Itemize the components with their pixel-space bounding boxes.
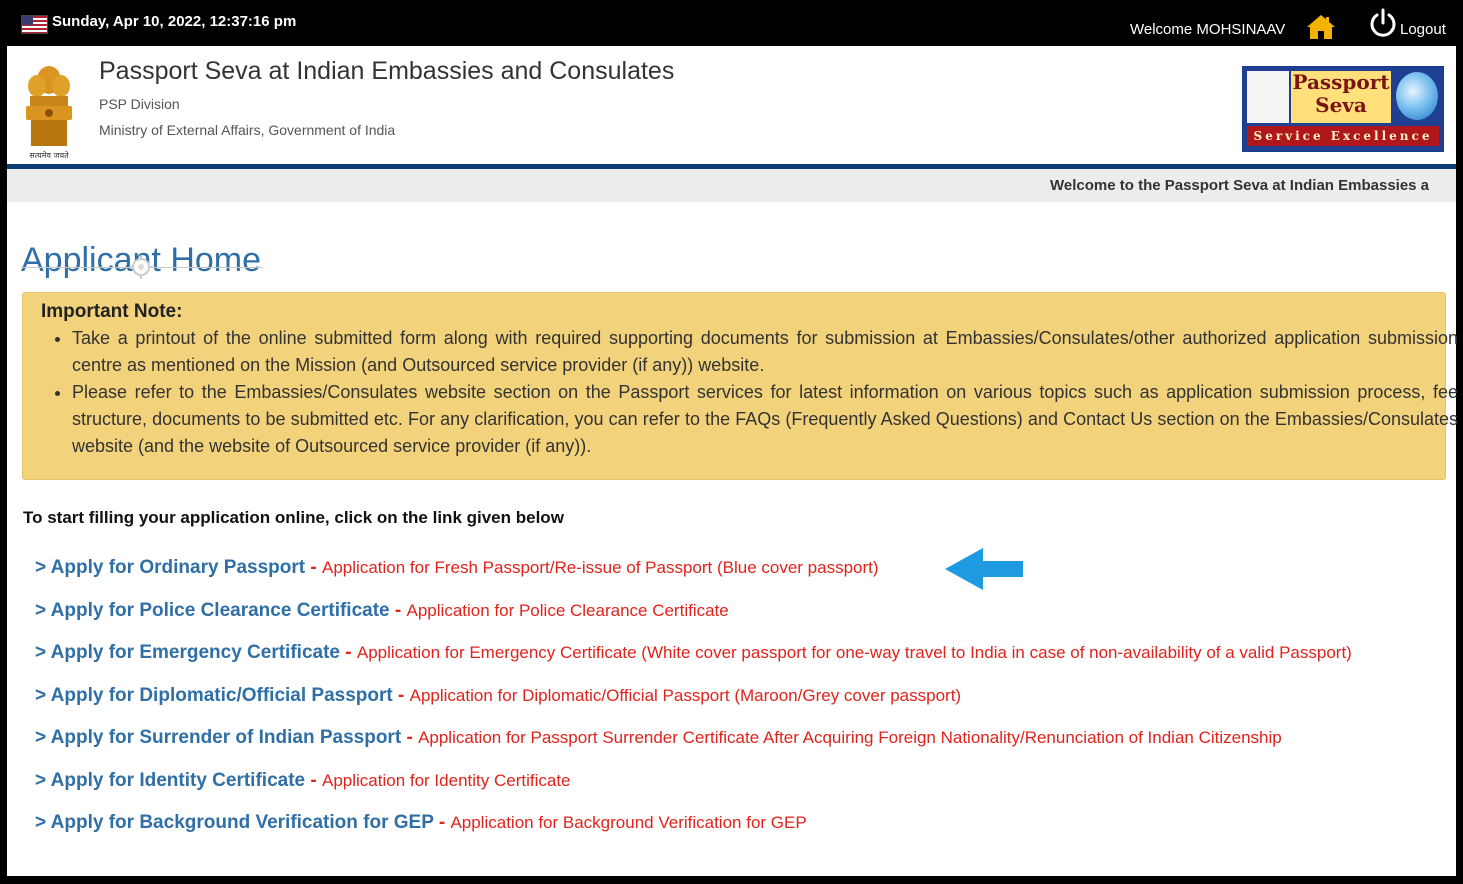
- apply-background-verification-link[interactable]: > Apply for Background Verification for …: [35, 812, 434, 833]
- separator: -: [392, 685, 410, 706]
- apply-diplomatic-passport-link[interactable]: > Apply for Diplomatic/Official Passport: [35, 685, 393, 706]
- link-row-police-clearance: > Apply for Police Clearance Certificate…: [35, 600, 729, 622]
- marquee-text: Welcome to the Passport Seva at Indian E…: [1050, 177, 1430, 194]
- passport-seva-logo[interactable]: Passport Seva Service Excellence: [1242, 66, 1444, 152]
- site-title: Passport Seva at Indian Embassies and Co…: [99, 57, 675, 85]
- blue-arrow-icon: [945, 548, 1023, 590]
- link-description: Application for Passport Surrender Certi…: [418, 728, 1282, 747]
- site-header: सत्यमेव जयते Passport Seva at Indian Emb…: [7, 46, 1456, 164]
- logo-text: Passport Seva: [1291, 71, 1391, 123]
- link-description: Application for Police Clearance Certifi…: [406, 601, 729, 620]
- link-row-diplomatic-passport: > Apply for Diplomatic/Official Passport…: [35, 685, 961, 707]
- page-container: सत्यमेव जयते Passport Seva at Indian Emb…: [7, 46, 1458, 876]
- apply-police-clearance-link[interactable]: > Apply for Police Clearance Certificate: [35, 600, 390, 621]
- important-note: Important Note: Take a printout of the o…: [22, 292, 1458, 480]
- link-description: Application for Emergency Certificate (W…: [356, 643, 1352, 662]
- apply-identity-certificate-link[interactable]: > Apply for Identity Certificate: [35, 770, 305, 791]
- note-item: Please refer to the Embassies/Consulates…: [72, 379, 1458, 460]
- apply-ordinary-passport-link[interactable]: > Apply for Ordinary Passport: [35, 557, 305, 578]
- logo-line-2: Seva: [1315, 93, 1367, 117]
- logo-tagline: Service Excellence: [1247, 126, 1439, 146]
- separator: -: [339, 642, 357, 663]
- link-row-identity-certificate: > Apply for Identity Certificate - Appli…: [35, 770, 571, 792]
- division-label: PSP Division: [99, 96, 180, 112]
- intro-text: To start filling your application online…: [23, 508, 564, 527]
- apply-surrender-passport-link[interactable]: > Apply for Surrender of Indian Passport: [35, 727, 401, 748]
- national-emblem-icon: सत्यमेव जयते: [26, 66, 72, 160]
- link-row-surrender-passport: > Apply for Surrender of Indian Passport…: [35, 727, 1282, 749]
- note-list: Take a printout of the online submitted …: [40, 325, 1458, 460]
- home-icon[interactable]: [1306, 14, 1336, 40]
- separator: -: [433, 812, 451, 833]
- us-flag-icon[interactable]: [21, 15, 48, 34]
- ornament-icon: [129, 255, 153, 279]
- link-row-ordinary-passport: > Apply for Ordinary Passport - Applicat…: [35, 557, 879, 579]
- logout-link[interactable]: Logout: [1400, 21, 1446, 38]
- welcome-marquee: Welcome to the Passport Seva at Indian E…: [7, 169, 1456, 202]
- ministry-label: Ministry of External Affairs, Government…: [99, 122, 396, 138]
- link-description: Application for Background Verification …: [450, 813, 807, 832]
- logo-line-1: Passport: [1292, 70, 1390, 94]
- separator: -: [389, 600, 407, 621]
- link-description: Application for Diplomatic/Official Pass…: [409, 686, 962, 705]
- link-description: Application for Fresh Passport/Re-issue …: [322, 558, 879, 577]
- apply-emergency-certificate-link[interactable]: > Apply for Emergency Certificate: [35, 642, 340, 663]
- power-icon[interactable]: [1368, 8, 1398, 38]
- link-row-emergency-certificate: > Apply for Emergency Certificate - Appl…: [35, 642, 1352, 664]
- separator: -: [305, 770, 322, 791]
- logo-emblem-icon: [1247, 71, 1289, 123]
- welcome-user: Welcome MOHSINAAV: [1130, 21, 1286, 38]
- emblem-motto: सत्यमेव जयते: [29, 150, 69, 160]
- separator: -: [305, 557, 323, 578]
- current-datetime: Sunday, Apr 10, 2022, 12:37:16 pm: [52, 13, 297, 30]
- globe-icon: [1396, 72, 1438, 120]
- separator: -: [401, 727, 419, 748]
- link-description: Application for Identity Certificate: [321, 771, 571, 790]
- link-row-background-verification: > Apply for Background Verification for …: [35, 812, 807, 834]
- note-item: Take a printout of the online submitted …: [72, 325, 1458, 379]
- note-title: Important Note:: [41, 301, 183, 322]
- top-bar: Sunday, Apr 10, 2022, 12:37:16 pm Welcom…: [0, 0, 1463, 46]
